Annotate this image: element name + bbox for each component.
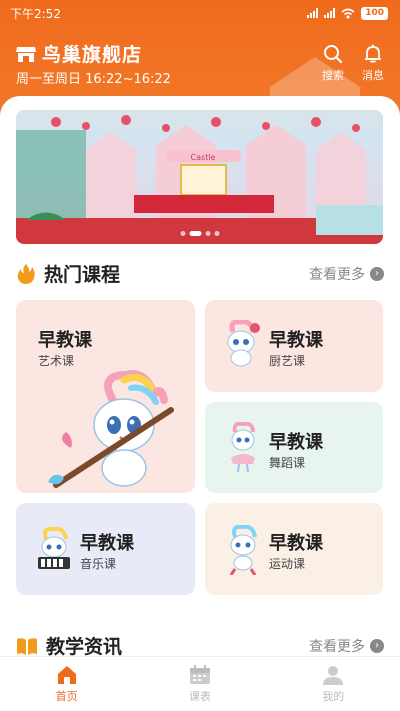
course-card-sports[interactable]: 早教课 运动课	[205, 503, 383, 595]
course-card-subtitle: 音乐课	[80, 557, 117, 571]
course-card-music[interactable]: 早教课 音乐课	[16, 503, 195, 595]
tab-profile[interactable]: 我的	[267, 657, 400, 711]
status-bar: 下午2:52 100	[0, 0, 400, 26]
course-card-title: 早教课	[38, 330, 92, 351]
course-card-dance[interactable]: 早教课 舞蹈课	[205, 402, 383, 493]
main-content: Castle 热门课程 查看更多 › 早教课 艺术课 早教课 厨艺课 早教课 舞…	[0, 96, 400, 659]
tab-schedule-label: 课表	[188, 689, 211, 703]
tab-home-label: 首页	[55, 689, 78, 703]
banner-dot	[180, 231, 185, 236]
signal-icon	[307, 8, 319, 18]
course-card-title: 早教课	[269, 330, 323, 351]
book-icon	[17, 637, 37, 655]
home-icon	[57, 665, 76, 684]
course-card-subtitle: 运动课	[269, 557, 306, 571]
news-header: 教学资讯 查看更多 ›	[16, 632, 384, 659]
more-label: 查看更多	[309, 266, 365, 283]
battery-icon: 100	[361, 6, 388, 20]
course-card-subtitle: 艺术课	[38, 354, 75, 368]
course-card-art[interactable]: 早教课 艺术课	[16, 300, 195, 493]
search-icon	[324, 45, 343, 64]
store-selector[interactable]: 鸟巢旗舰店	[16, 40, 142, 67]
chevron-right-icon: ›	[370, 266, 384, 281]
unicorn-chef-illustration	[227, 320, 260, 367]
banner-pager	[180, 231, 219, 236]
store-hours: 周一至周日 16:22~16:22	[16, 72, 171, 87]
tab-home[interactable]: 首页	[0, 657, 133, 711]
hot-courses-more-link[interactable]: 查看更多 ›	[309, 264, 384, 284]
promo-banner[interactable]: Castle	[16, 110, 383, 244]
bell-icon	[365, 44, 381, 63]
status-icons: 100	[307, 6, 388, 20]
messages-button[interactable]: 消息	[362, 44, 384, 83]
banner-dot	[214, 231, 219, 236]
banner-dot	[205, 231, 210, 236]
user-icon	[323, 665, 344, 685]
course-card-title: 早教课	[269, 432, 323, 453]
tab-profile-label: 我的	[322, 689, 345, 703]
course-card-title: 早教课	[80, 533, 134, 554]
course-card-subtitle: 舞蹈课	[269, 456, 306, 470]
search-label: 搜索	[322, 69, 344, 82]
unicorn-musician-illustration	[38, 527, 70, 569]
chevron-right-icon: ›	[370, 638, 384, 653]
calendar-icon	[189, 664, 210, 684]
banner-dot-active	[189, 231, 201, 236]
header-actions: 搜索 消息	[322, 44, 384, 83]
tab-schedule[interactable]: 课表	[133, 657, 266, 711]
unicorn-dancer-illustration	[231, 422, 255, 472]
hot-courses-title: 热门课程	[16, 260, 120, 287]
messages-label: 消息	[362, 69, 384, 82]
course-card-subtitle: 厨艺课	[269, 354, 306, 368]
store-icon	[16, 46, 36, 62]
hot-courses-header: 热门课程 查看更多 ›	[16, 260, 384, 287]
signal-icon-2	[324, 8, 336, 18]
hot-courses-title-text: 热门课程	[44, 264, 121, 286]
bottom-tab-bar: 首页 课表 我的	[0, 656, 400, 711]
unicorn-sports-illustration	[229, 525, 257, 575]
search-button[interactable]: 搜索	[322, 44, 344, 83]
course-card-cooking[interactable]: 早教课 厨艺课	[205, 300, 383, 392]
store-name: 鸟巢旗舰店	[42, 44, 143, 66]
more-label: 查看更多	[309, 638, 365, 655]
unicorn-painter-illustration	[48, 370, 174, 488]
wifi-icon	[341, 8, 355, 18]
status-time: 下午2:52	[10, 6, 61, 21]
banner-sign: Castle	[191, 153, 216, 162]
news-title: 教学资讯	[16, 632, 122, 659]
course-card-title: 早教课	[269, 533, 323, 554]
news-more-link[interactable]: 查看更多 ›	[309, 636, 384, 656]
banner-image: Castle	[16, 110, 383, 244]
news-title-text: 教学资讯	[46, 636, 123, 658]
flame-icon	[17, 263, 35, 284]
